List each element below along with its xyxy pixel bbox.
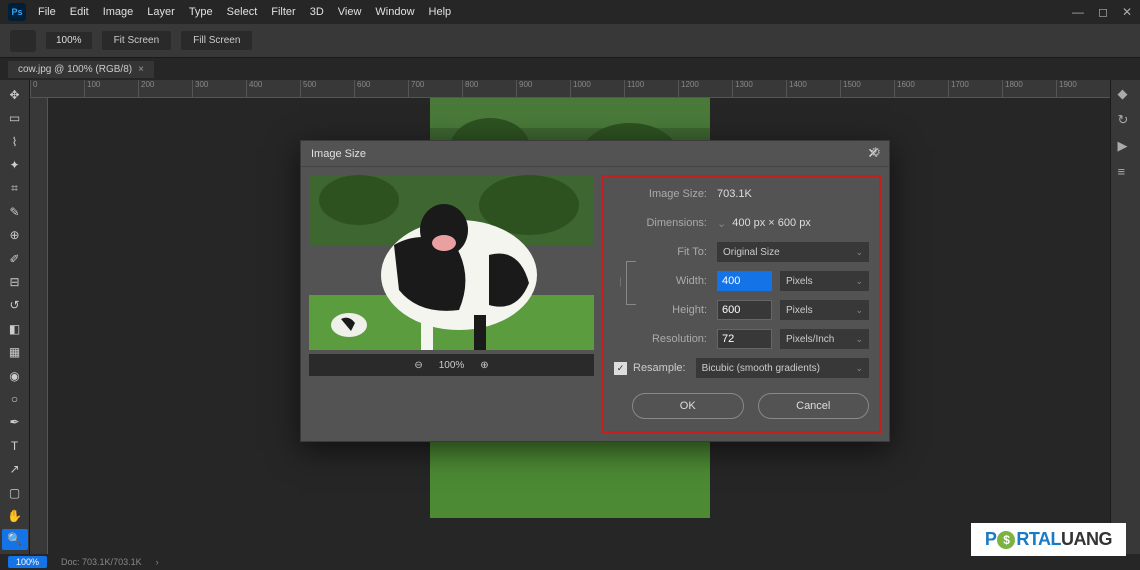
options-bar: 100% Fit Screen Fill Screen — [0, 24, 1140, 58]
status-doc-size: Doc: 703.1K/703.1K — [61, 557, 142, 567]
menu-select[interactable]: Select — [227, 6, 258, 18]
swatches-icon[interactable]: ◆ — [1118, 86, 1134, 102]
preview-pane: ⊖ 100% ⊕ — [309, 175, 594, 433]
lasso-tool-icon[interactable]: ⌇ — [2, 131, 28, 152]
dialog-title-text: Image Size — [311, 148, 366, 160]
crop-tool-icon[interactable]: ⌗ — [2, 178, 28, 199]
menu-view[interactable]: View — [338, 6, 362, 18]
preview-image — [309, 175, 594, 350]
resample-label: Resample: — [633, 362, 686, 374]
move-tool-icon[interactable]: ✥ — [2, 84, 28, 105]
brush-tool-icon[interactable]: ✐ — [2, 248, 28, 269]
marquee-tool-icon[interactable]: ▭ — [2, 107, 28, 128]
right-panel-strip: ◆ ↻ ▶ ≡ — [1110, 80, 1140, 554]
document-tabs: cow.jpg @ 100% (RGB/8) × — [0, 58, 1140, 80]
menu-image[interactable]: Image — [103, 6, 134, 18]
coin-icon: $ — [997, 531, 1015, 549]
resolution-input[interactable] — [717, 329, 772, 349]
maximize-icon[interactable]: ◻ — [1098, 5, 1108, 19]
hand-tool-icon[interactable]: ✋ — [2, 505, 28, 526]
info-icon[interactable]: ≡ — [1118, 164, 1134, 180]
chevron-down-icon[interactable]: ⌄ — [717, 217, 726, 230]
fill-screen-button[interactable]: Fill Screen — [181, 31, 252, 50]
preview-zoom-value: 100% — [439, 360, 465, 371]
menu-filter[interactable]: Filter — [271, 6, 295, 18]
fit-to-label: Fit To: — [632, 246, 717, 258]
app-logo: Ps — [8, 3, 26, 21]
history-brush-icon[interactable]: ↺ — [2, 295, 28, 316]
eyedropper-tool-icon[interactable]: ✎ — [2, 201, 28, 222]
fit-screen-button[interactable]: Fit Screen — [102, 31, 172, 50]
zoom-level[interactable]: 100% — [46, 32, 92, 49]
menu-type[interactable]: Type — [189, 6, 213, 18]
horizontal-ruler: 0 100 200 300 400 500 600 700 800 900 10… — [30, 80, 1110, 98]
minimize-icon[interactable]: — — [1072, 5, 1084, 19]
menu-3d[interactable]: 3D — [310, 6, 324, 18]
document-tab-title: cow.jpg @ 100% (RGB/8) — [18, 64, 132, 75]
status-zoom[interactable]: 100% — [8, 556, 47, 568]
width-label: Width: — [632, 275, 717, 287]
vertical-ruler — [30, 98, 48, 554]
gradient-tool-icon[interactable]: ▦ — [2, 341, 28, 362]
path-tool-icon[interactable]: ↗ — [2, 459, 28, 480]
width-input[interactable] — [717, 271, 772, 291]
dimensions-value: 400 px × 600 px — [732, 217, 811, 229]
cancel-button[interactable]: Cancel — [758, 393, 870, 419]
menu-edit[interactable]: Edit — [70, 6, 89, 18]
tools-panel: ✥ ▭ ⌇ ✦ ⌗ ✎ ⊕ ✐ ⊟ ↺ ◧ ▦ ◉ ○ ✒ T ↗ ▢ ✋ 🔍 — [0, 80, 30, 554]
document-tab[interactable]: cow.jpg @ 100% (RGB/8) × — [8, 61, 154, 78]
width-unit-select[interactable]: Pixels⌄ — [780, 271, 869, 291]
heal-tool-icon[interactable]: ⊕ — [2, 224, 28, 245]
gear-icon[interactable]: ⚙ — [870, 145, 881, 159]
status-bar: 100% Doc: 703.1K/703.1K › — [0, 554, 1140, 570]
status-chevron-icon[interactable]: › — [156, 557, 159, 567]
menu-window[interactable]: Window — [375, 6, 414, 18]
tool-preset-icon[interactable] — [10, 30, 36, 52]
height-input[interactable] — [717, 300, 772, 320]
menu-help[interactable]: Help — [429, 6, 452, 18]
image-size-label: Image Size: — [632, 188, 717, 200]
resample-select[interactable]: Bicubic (smooth gradients)⌄ — [696, 358, 869, 378]
fit-to-select[interactable]: Original Size⌄ — [717, 242, 869, 262]
eraser-tool-icon[interactable]: ◧ — [2, 318, 28, 339]
zoom-out-icon[interactable]: ⊖ — [414, 360, 422, 371]
play-icon[interactable]: ▶ — [1118, 138, 1134, 154]
resolution-unit-select[interactable]: Pixels/Inch⌄ — [780, 329, 869, 349]
height-label: Height: — [632, 304, 717, 316]
dimensions-label: Dimensions: — [632, 217, 717, 229]
shape-tool-icon[interactable]: ▢ — [2, 482, 28, 503]
settings-pane: ⚙ Image Size: 703.1K Dimensions: ⌄ 400 p… — [602, 175, 881, 433]
blur-tool-icon[interactable]: ◉ — [2, 365, 28, 386]
height-unit-select[interactable]: Pixels⌄ — [780, 300, 869, 320]
menu-bar: Ps File Edit Image Layer Type Select Fil… — [0, 0, 1140, 24]
dodge-tool-icon[interactable]: ○ — [2, 388, 28, 409]
stamp-tool-icon[interactable]: ⊟ — [2, 271, 28, 292]
resolution-label: Resolution: — [632, 333, 717, 345]
zoom-in-icon[interactable]: ⊕ — [480, 360, 488, 371]
ok-button[interactable]: OK — [632, 393, 744, 419]
pen-tool-icon[interactable]: ✒ — [2, 412, 28, 433]
watermark-logo: P $ RTAL UANG — [971, 523, 1126, 556]
menu-file[interactable]: File — [38, 6, 56, 18]
zoom-tool-icon[interactable]: 🔍 — [2, 529, 28, 550]
window-controls: — ◻ ✕ — [1072, 5, 1132, 19]
dialog-titlebar[interactable]: Image Size ✕ — [301, 141, 889, 167]
menu-layer[interactable]: Layer — [147, 6, 175, 18]
history-icon[interactable]: ↻ — [1118, 112, 1134, 128]
image-size-value: 703.1K — [717, 188, 752, 200]
wand-tool-icon[interactable]: ✦ — [2, 154, 28, 175]
image-size-dialog: Image Size ✕ — [300, 140, 890, 442]
preview-zoom-controls: ⊖ 100% ⊕ — [309, 354, 594, 376]
close-icon[interactable]: ✕ — [1122, 5, 1132, 19]
type-tool-icon[interactable]: T — [2, 435, 28, 456]
resample-checkbox[interactable]: ✓ — [614, 362, 627, 375]
tab-close-icon[interactable]: × — [138, 64, 144, 75]
menu-items: File Edit Image Layer Type Select Filter… — [38, 6, 451, 18]
